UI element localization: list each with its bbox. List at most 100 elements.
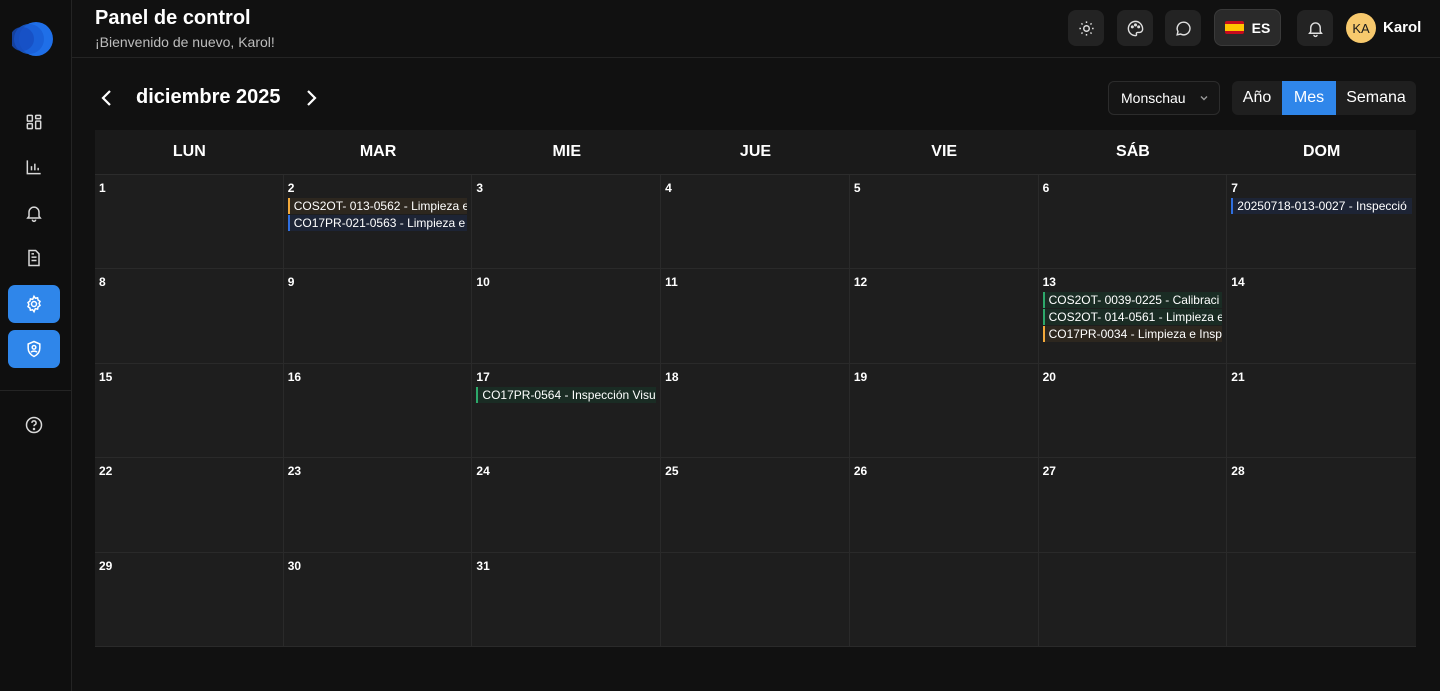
calendar-day-cell[interactable]: 19 <box>849 363 1039 459</box>
calendar-day-cell[interactable]: 11 <box>661 269 850 364</box>
day-number: 31 <box>476 558 490 573</box>
palette-button[interactable] <box>1117 10 1153 46</box>
calendar-grid: 1 2 COS2OT- 013-0562 - Limpieza e CO17PR-02… <box>95 175 1416 647</box>
calendar-toolbar: diciembre 2025 Monschau Año Mes Semana <box>95 78 1416 118</box>
sidebar-item-reports[interactable] <box>8 148 60 186</box>
calendar-event[interactable]: 20250718-013-0027 - Inspecció <box>1231 198 1412 214</box>
sidebar-item-notifications[interactable] <box>8 194 60 232</box>
day-number: 20 <box>1042 369 1056 384</box>
theme-toggle-button[interactable] <box>1068 10 1104 46</box>
calendar-day-cell[interactable]: 5 <box>849 175 1039 270</box>
weekday-label: DOM <box>1302 143 1341 160</box>
calendar-day-cell[interactable]: 7 20250718-013-0027 - Inspecció <box>1227 175 1416 270</box>
app-logo[interactable] <box>10 20 56 58</box>
calendar-day-cell[interactable]: 18 <box>661 363 850 459</box>
day-number: 15 <box>99 369 113 384</box>
palette-icon <box>1127 20 1143 36</box>
topbar: Panel de control ¡Bienvenido de nuevo, K… <box>72 0 1440 58</box>
day-number: 18 <box>665 369 679 384</box>
calendar-day-cell[interactable]: 21 <box>1227 363 1416 459</box>
day-number: 26 <box>853 464 868 479</box>
day-number: 5 <box>853 181 861 195</box>
weekday-label: JUE <box>739 143 772 160</box>
day-number: 14 <box>1231 275 1245 290</box>
day-number: 8 <box>99 275 106 290</box>
calendar-event[interactable]: COS2OT- 013-0562 - Limpieza e <box>287 198 468 214</box>
month-title: diciembre 2025 <box>136 86 281 108</box>
day-number: 22 <box>99 464 113 479</box>
calendar-day-cell[interactable]: 22 <box>95 458 284 553</box>
calendar-day-cell[interactable]: 16 <box>283 363 473 459</box>
sidebar-item-help[interactable] <box>8 406 60 444</box>
calendar-day-cell[interactable]: 12 <box>849 269 1039 364</box>
calendar-day-cell[interactable]: 15 <box>95 363 284 459</box>
calendar-event[interactable]: COS2OT- 0039-0225 - Calibraci <box>1042 292 1223 309</box>
language-selector[interactable]: ES <box>1214 9 1281 46</box>
calendar-day-cell[interactable]: 4 <box>661 175 850 270</box>
day-number: 21 <box>1231 369 1245 384</box>
sidebar-item-dashboard[interactable] <box>8 103 60 141</box>
calendar-day-cell[interactable]: 20 <box>1038 363 1228 459</box>
day-number: 13 <box>1042 275 1056 290</box>
day-number: 9 <box>287 275 295 290</box>
calendar-event[interactable]: COS2OT- 014-0561 - Limpieza e <box>1042 309 1223 326</box>
sidebar-divider <box>0 390 72 391</box>
calendar-day-cell[interactable]: 23 <box>283 458 473 553</box>
chat-icon <box>1175 20 1191 36</box>
chat-button[interactable] <box>1165 10 1201 46</box>
language-code: ES <box>1251 19 1271 36</box>
user-name[interactable]: Karol <box>1383 19 1421 36</box>
spain-flag-icon <box>1224 21 1244 34</box>
day-number: 10 <box>476 275 490 290</box>
calendar-day-cell[interactable]: 31 <box>472 552 662 647</box>
view-year-button[interactable]: Año <box>1232 81 1282 115</box>
calendar-event[interactable]: CO17PR-021-0563 - Limpieza e I <box>287 215 468 231</box>
calendar-day-cell[interactable]: 26 <box>849 458 1039 553</box>
day-number: 4 <box>665 181 672 195</box>
calendar-day-cell[interactable]: 8 <box>95 269 284 364</box>
avatar[interactable]: KA <box>1346 13 1376 43</box>
calendar-day-cell[interactable]: 29 <box>95 552 284 647</box>
view-week-button[interactable]: Semana <box>1336 81 1416 115</box>
calendar-day-cell[interactable]: 9 <box>283 269 473 364</box>
dashboard-icon <box>26 114 42 130</box>
calendar-day-cell[interactable]: 30 <box>283 552 473 647</box>
calendar-day-cell[interactable]: 3 <box>472 175 662 270</box>
calendar-day-cell[interactable]: 24 <box>472 458 662 553</box>
weekday-header: LUN MAR MIE JUE VIE SÁB DOM <box>95 130 1416 175</box>
chart-icon <box>26 160 41 175</box>
calendar-day-cell[interactable]: 1 <box>95 175 284 270</box>
sidebar-item-security[interactable] <box>8 330 60 368</box>
view-switcher: Año Mes Semana <box>1232 81 1416 115</box>
calendar-day-cell[interactable]: 10 <box>472 269 662 364</box>
sidebar-item-documents[interactable] <box>8 239 60 277</box>
calendar-day-cell[interactable]: 25 <box>661 458 850 553</box>
location-select-value: Monschau <box>1121 90 1186 106</box>
logo-icon <box>10 22 53 56</box>
event-list: 20250718-013-0027 - Inspecció <box>1231 198 1412 215</box>
bell-icon <box>1307 21 1323 37</box>
day-number: 23 <box>287 464 302 479</box>
day-number: 11 <box>665 275 678 290</box>
calendar-event[interactable]: CO17PR-0034 - Limpieza e Inspe <box>1042 326 1223 343</box>
view-month-button[interactable]: Mes <box>1282 81 1336 115</box>
calendar-event[interactable]: CO17PR-0564 - Inspección Visua <box>476 386 657 403</box>
prev-month-button[interactable] <box>95 82 119 114</box>
calendar-day-cell[interactable]: 14 <box>1227 269 1416 364</box>
calendar-day-cell[interactable]: 28 <box>1227 458 1416 553</box>
next-month-button[interactable] <box>299 82 323 114</box>
calendar-day-cell[interactable]: 17 CO17PR-0564 - Inspección Visua <box>472 363 662 459</box>
chevron-right-icon <box>307 90 317 106</box>
location-select[interactable]: Monschau <box>1108 81 1220 115</box>
day-number: 6 <box>1042 181 1050 195</box>
calendar-day-cell[interactable]: 27 <box>1038 458 1228 553</box>
notifications-button[interactable] <box>1297 10 1333 46</box>
day-number: 17 <box>476 369 490 384</box>
calendar-day-cell[interactable]: 6 <box>1038 175 1228 270</box>
weekday-label: MIE <box>552 143 581 160</box>
sidebar-item-settings[interactable] <box>8 285 60 323</box>
weekday-label: MAR <box>359 143 397 160</box>
calendar-day-cell[interactable]: 2 COS2OT- 013-0562 - Limpieza e CO17PR-021… <box>283 175 473 270</box>
calendar-day-cell[interactable]: 13 COS2OT- 0039-0225 - Calibraci COS2OT- 0… <box>1038 269 1228 364</box>
document-icon <box>28 249 40 267</box>
